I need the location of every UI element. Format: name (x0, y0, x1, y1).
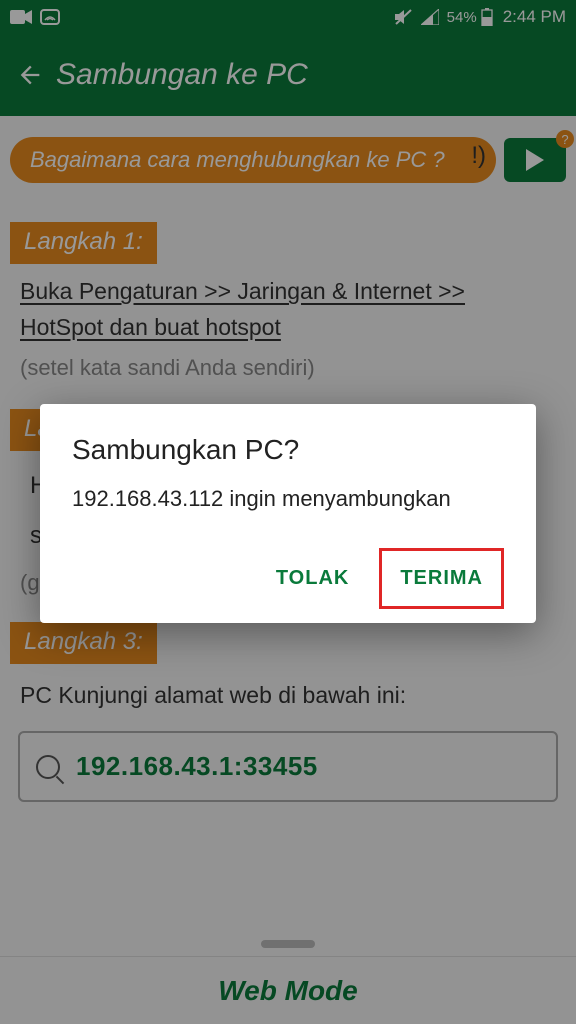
accept-button[interactable]: TERIMA (379, 548, 504, 609)
connect-dialog: Sambungkan PC? 192.168.43.112 ingin meny… (40, 404, 536, 623)
reject-button[interactable]: TOLAK (258, 548, 368, 609)
dialog-body: 192.168.43.112 ingin menyambungkan (72, 486, 504, 512)
dialog-title: Sambungkan PC? (72, 434, 504, 466)
